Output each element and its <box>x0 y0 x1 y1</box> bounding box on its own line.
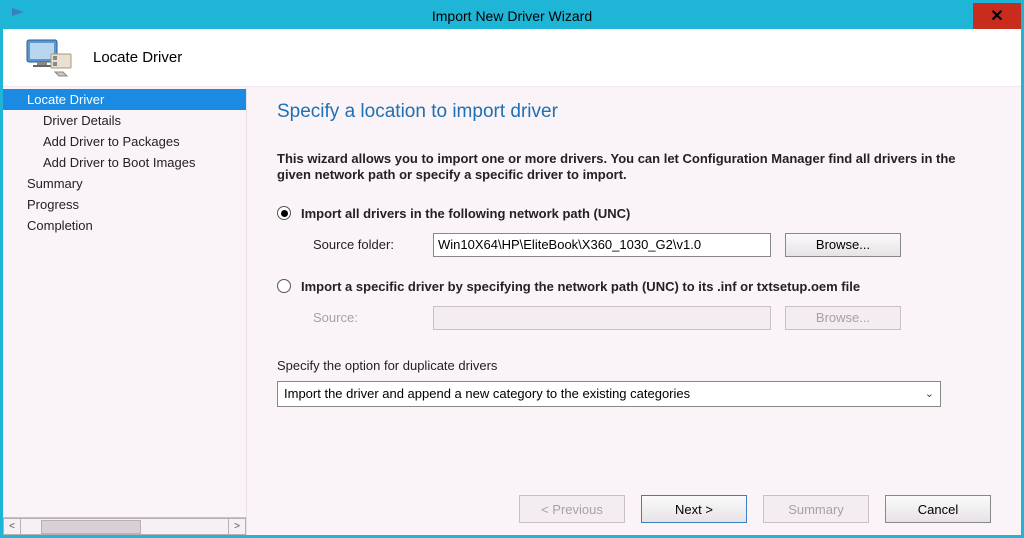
scroll-track[interactable] <box>21 518 228 535</box>
dropdown-selected-text: Import the driver and append a new categ… <box>284 386 925 401</box>
sidebar-item-driver-details[interactable]: Driver Details <box>3 110 246 131</box>
radio-import-all-label: Import all drivers in the following netw… <box>301 206 630 221</box>
page-title: Locate Driver <box>93 49 182 66</box>
intro-text: This wizard allows you to import one or … <box>277 151 991 184</box>
previous-button: < Previous <box>519 495 625 523</box>
window-title: Import New Driver Wizard <box>432 8 592 24</box>
scroll-left-arrow[interactable]: < <box>3 518 21 535</box>
radio-import-specific-label: Import a specific driver by specifying t… <box>301 279 860 294</box>
source-folder-row: Source folder: Browse... <box>313 233 991 257</box>
monitor-icon <box>25 36 73 80</box>
source-file-input <box>433 306 771 330</box>
radio-import-specific[interactable] <box>277 279 291 293</box>
option-import-all[interactable]: Import all drivers in the following netw… <box>277 206 991 221</box>
sidebar-scrollbar[interactable]: < > <box>3 517 246 535</box>
sidebar-item-locate-driver[interactable]: Locate Driver <box>3 89 246 110</box>
close-icon: ✕ <box>990 6 1003 26</box>
duplicate-dropdown[interactable]: Import the driver and append a new categ… <box>277 381 941 407</box>
summary-button: Summary <box>763 495 869 523</box>
browse-file-button: Browse... <box>785 306 901 330</box>
sidebar-item-summary[interactable]: Summary <box>3 173 246 194</box>
source-folder-label: Source folder: <box>313 237 433 252</box>
main-heading: Specify a location to import driver <box>277 101 991 123</box>
sidebar-list: Locate Driver Driver Details Add Driver … <box>3 87 246 517</box>
radio-import-all[interactable] <box>277 206 291 220</box>
footer-buttons: < Previous Next > Summary Cancel <box>519 495 991 523</box>
source-file-row: Source: Browse... <box>313 306 991 330</box>
wizard-window: Import New Driver Wizard ✕ Locate Driver… <box>0 0 1024 538</box>
main-panel: Specify a location to import driver This… <box>247 87 1021 535</box>
duplicate-label: Specify the option for duplicate drivers <box>277 358 991 373</box>
scroll-right-arrow[interactable]: > <box>228 518 246 535</box>
source-folder-input[interactable] <box>433 233 771 257</box>
browse-folder-button[interactable]: Browse... <box>785 233 901 257</box>
body: Locate Driver Driver Details Add Driver … <box>3 87 1021 535</box>
app-icon <box>9 6 27 24</box>
sidebar-item-completion[interactable]: Completion <box>3 215 246 236</box>
sidebar-item-add-to-boot[interactable]: Add Driver to Boot Images <box>3 152 246 173</box>
sidebar-item-progress[interactable]: Progress <box>3 194 246 215</box>
titlebar: Import New Driver Wizard ✕ <box>3 3 1021 29</box>
close-button[interactable]: ✕ <box>973 3 1021 29</box>
next-button[interactable]: Next > <box>641 495 747 523</box>
radio-dot-icon <box>281 210 288 217</box>
cancel-button[interactable]: Cancel <box>885 495 991 523</box>
sidebar: Locate Driver Driver Details Add Driver … <box>3 87 247 535</box>
sidebar-item-add-to-packages[interactable]: Add Driver to Packages <box>3 131 246 152</box>
chevron-down-icon: ⌄ <box>925 387 934 400</box>
header: Locate Driver <box>3 29 1021 87</box>
option-import-specific[interactable]: Import a specific driver by specifying t… <box>277 279 991 294</box>
source-file-label: Source: <box>313 310 433 325</box>
scroll-thumb[interactable] <box>41 520 141 534</box>
